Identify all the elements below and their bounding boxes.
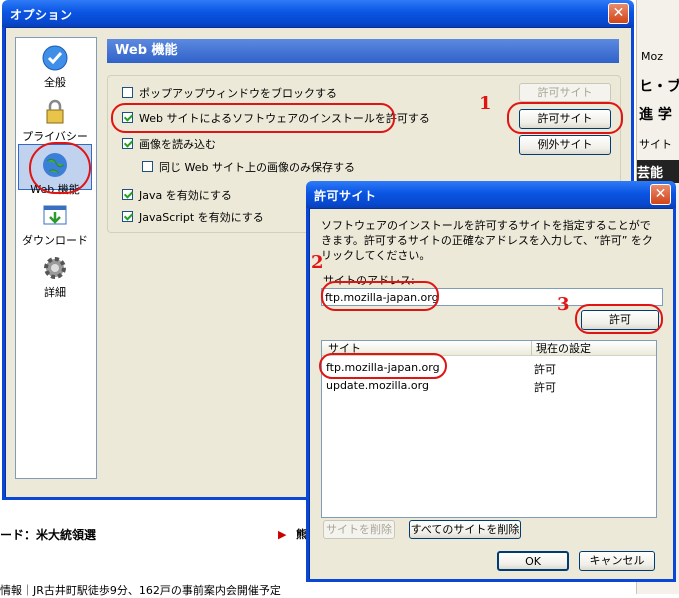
same-site-images-checkbox[interactable]: [142, 161, 153, 172]
row-status: 許可: [534, 363, 556, 376]
download-icon: [41, 202, 69, 230]
java-checkbox[interactable]: [122, 189, 133, 200]
sidebar-label-download: ダウンロード: [22, 234, 88, 247]
same-site-images-label: 同じ Web サイト上の画像のみ保存する: [159, 161, 355, 174]
image-exceptions-button[interactable]: 例外サイト: [519, 135, 611, 155]
annotation-number-1: 1: [479, 93, 492, 114]
panel-title: Web 機能: [115, 43, 178, 58]
dialog-title: 許可サイト: [314, 189, 377, 203]
advanced-gear-icon: [41, 254, 69, 282]
sidebar-label-web-features: Web 機能: [30, 183, 80, 196]
annotation-number-3: 3: [557, 294, 570, 315]
sidebar-label-general: 全般: [44, 76, 66, 89]
annotation-number-2: 2: [311, 252, 324, 273]
bg-arrow: ▶: [278, 528, 287, 541]
bg-text-2: 進 学: [639, 107, 672, 123]
site-column-header[interactable]: サイト: [322, 341, 532, 356]
allow-button[interactable]: 許可: [581, 310, 659, 330]
sidebar-item-privacy[interactable]: プライバシー: [18, 98, 92, 144]
bg-text-3: サイト: [639, 138, 672, 151]
sidebar-label-advanced: 詳細: [44, 286, 66, 299]
row-site: update.mozilla.org: [326, 379, 429, 392]
dialog-titlebar: 許可サイト ✕: [306, 181, 676, 208]
javascript-label: JavaScript を有効にする: [139, 211, 264, 224]
bg-news-headline: ード：米大統領選: [0, 528, 97, 542]
java-label: Java を有効にする: [139, 189, 232, 202]
sidebar-label-privacy: プライバシー: [22, 130, 88, 143]
options-title: オプション: [10, 8, 73, 22]
address-label: サイトのアドレス:: [323, 274, 415, 287]
remove-all-sites-button[interactable]: すべてのサイトを削除: [409, 520, 521, 539]
table-row[interactable]: ftp.mozilla-japan.org 許可: [322, 359, 656, 376]
bg-text-4: 芸能: [637, 160, 679, 183]
bg-text-1: ヒ・ブ: [639, 79, 679, 95]
dialog-description: ソフトウェアのインストールを許可するサイトを指定することができます。許可するサイ…: [321, 219, 653, 262]
javascript-checkbox[interactable]: [122, 211, 133, 222]
bg-footer-text: 情報｜JR古井町駅徒歩9分、162戸の事前案内会開催予定: [0, 584, 281, 597]
options-close-button[interactable]: ✕: [608, 3, 629, 24]
row-status: 許可: [534, 381, 556, 394]
ok-button[interactable]: OK: [497, 551, 569, 571]
general-check-icon: [41, 44, 69, 72]
bg-tab-moz: Moz: [641, 50, 663, 63]
sites-list[interactable]: サイト 現在の設定 ftp.mozilla-japan.org 許可 updat…: [321, 340, 657, 518]
options-sidebar: 全般 プライバシー Web 機能 ダウンロード 詳細: [15, 37, 97, 479]
install-allowed-sites-button[interactable]: 許可サイト: [519, 109, 611, 129]
address-input[interactable]: [321, 288, 663, 306]
privacy-lock-icon: [41, 98, 69, 126]
load-images-checkbox[interactable]: [122, 138, 133, 149]
panel-header: Web 機能: [107, 39, 619, 63]
table-row[interactable]: update.mozilla.org 許可: [322, 377, 656, 394]
popup-allowed-sites-button[interactable]: 許可サイト: [519, 83, 611, 102]
remove-site-button[interactable]: サイトを削除: [323, 520, 395, 539]
web-features-globe-icon: [41, 151, 69, 179]
dialog-close-button[interactable]: ✕: [650, 184, 671, 205]
popup-block-checkbox[interactable]: [122, 87, 133, 98]
sidebar-item-advanced[interactable]: 詳細: [18, 254, 92, 300]
allowed-sites-dialog: 許可サイト ✕ ソフトウェアのインストールを許可するサイトを指定することができま…: [306, 181, 676, 582]
cancel-button[interactable]: キャンセル: [579, 551, 655, 571]
allow-install-checkbox[interactable]: [122, 112, 133, 123]
sidebar-item-general[interactable]: 全般: [18, 44, 92, 90]
status-column-header[interactable]: 現在の設定: [532, 341, 656, 356]
sidebar-item-web-features[interactable]: Web 機能: [18, 144, 92, 196]
allow-install-label: Web サイトによるソフトウェアのインストールを許可する: [139, 112, 430, 125]
load-images-label: 画像を読み込む: [139, 138, 216, 151]
sidebar-item-download[interactable]: ダウンロード: [18, 202, 92, 248]
row-site: ftp.mozilla-japan.org: [326, 361, 440, 374]
options-titlebar: オプション ✕: [2, 0, 634, 27]
popup-block-label: ポップアップウィンドウをブロックする: [139, 87, 337, 100]
